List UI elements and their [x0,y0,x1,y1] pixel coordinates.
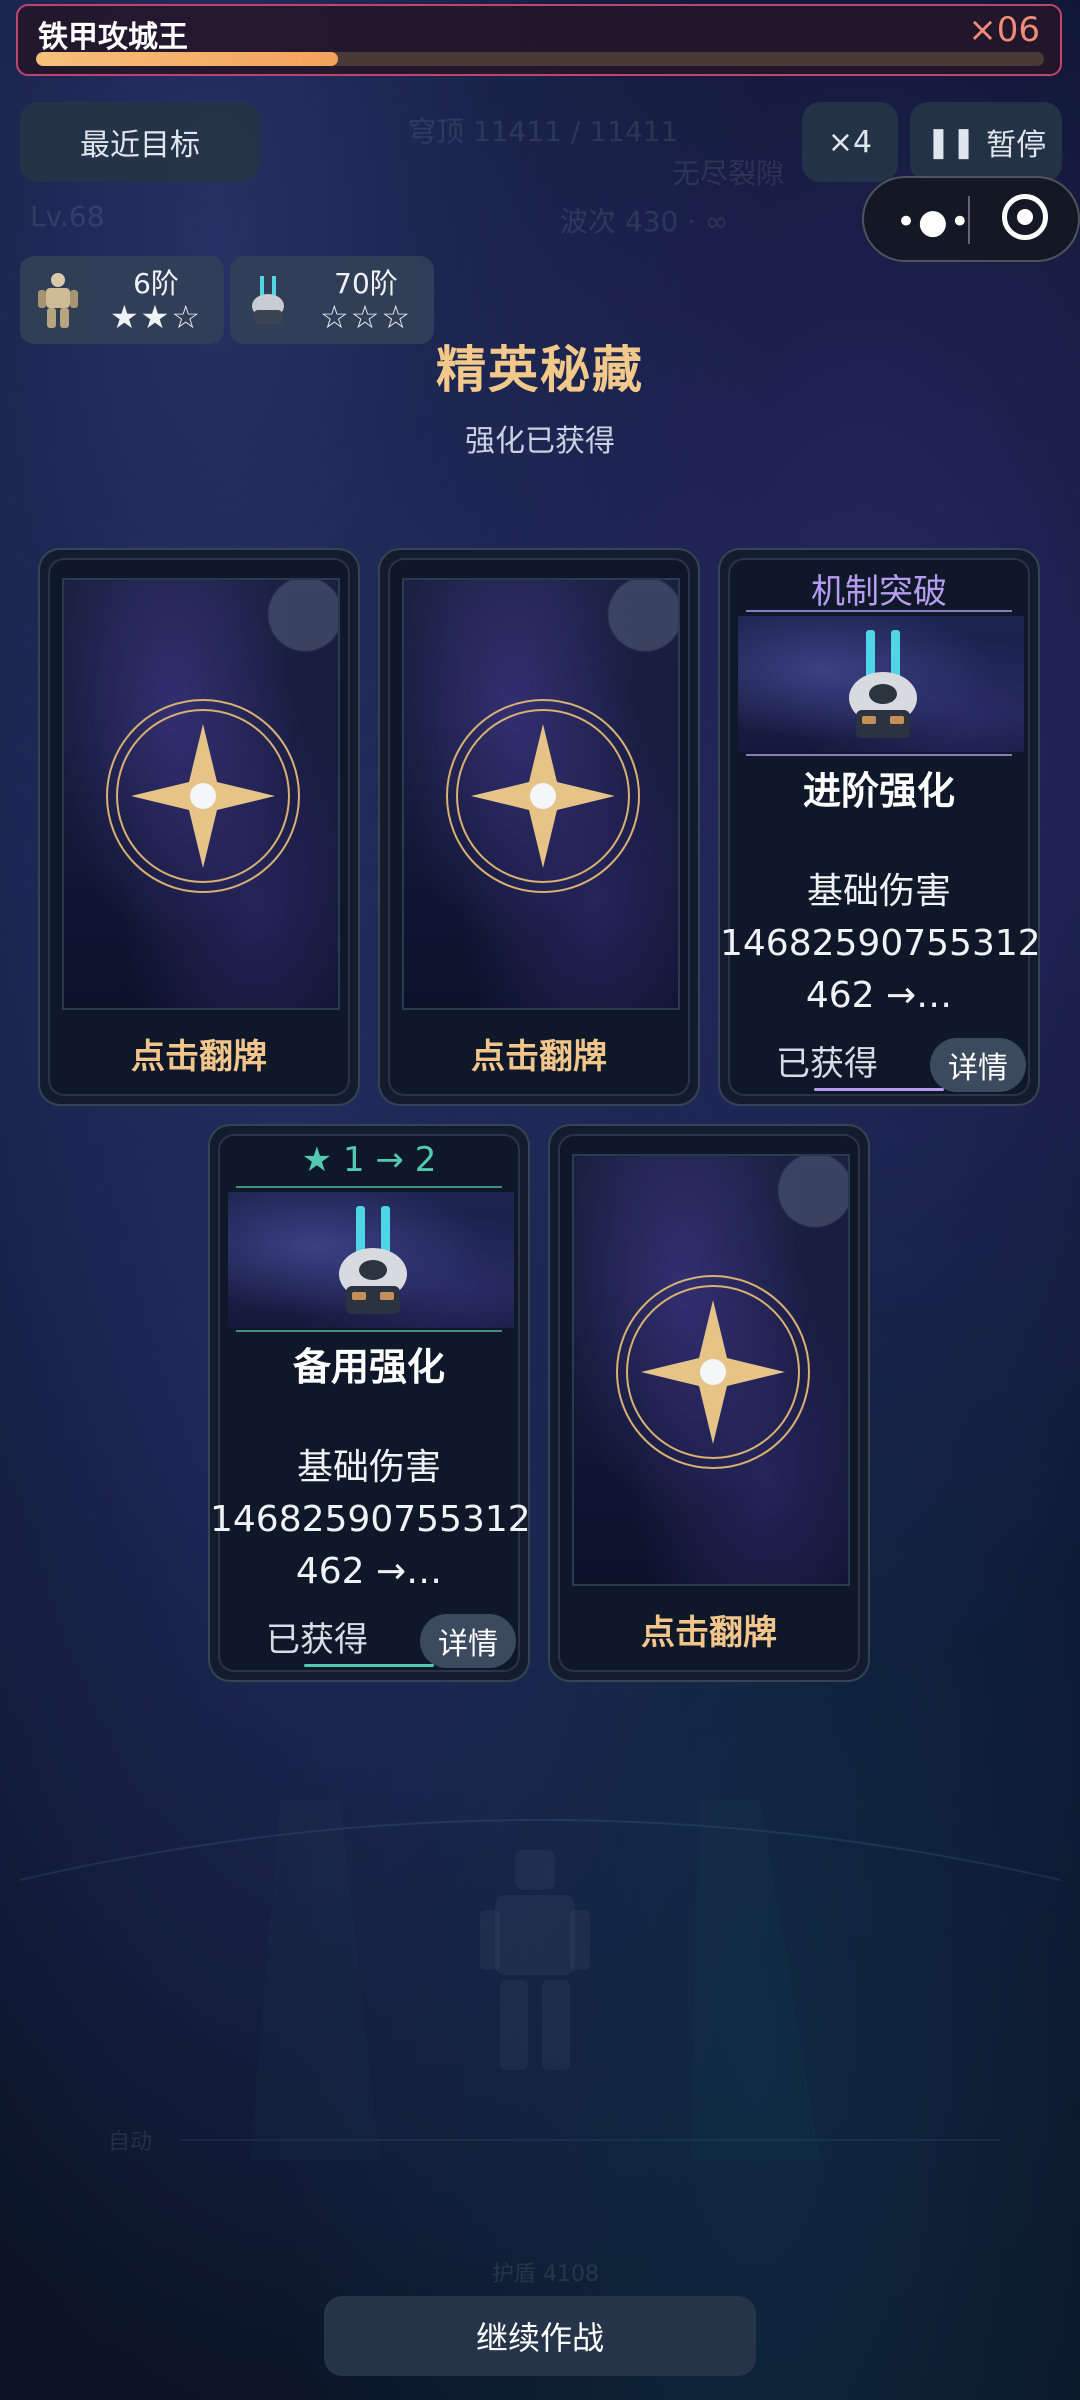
turret-icon [252,276,284,324]
obtained-underline [304,1664,434,1667]
card-description: 基础伤害 14682590755312 462 →… [720,866,1041,1022]
card-name: 备用强化 [292,1345,445,1389]
flip-card-label: 点击翻牌 [641,1613,777,1653]
boss-hp-fill [36,52,339,66]
card-desc-line-2: 14682590755312 [210,1499,531,1540]
reward-subtitle: 强化已获得 [465,424,615,459]
tier-label-mech: 6阶 [133,267,179,300]
turret-icon [849,630,917,738]
card-back-art [572,1154,850,1586]
more-icon[interactable]: •●• [896,202,972,242]
obtained-underline [814,1088,944,1091]
background-arena-lines [19,1800,1061,2160]
endless-mode-text: 无尽裂隙 [672,157,785,190]
card-facedown-1[interactable]: 点击翻牌 [38,548,360,1106]
card-art [228,1192,514,1328]
card-desc-line-1: 基础伤害 [296,1447,441,1488]
card-back-art [62,578,340,1010]
dome-hp-text: 穹顶 11411 / 11411 [408,115,679,148]
card-desc-line-1: 基础伤害 [806,871,951,912]
card-details-button[interactable]: 详情 [420,1614,516,1668]
boss-hp-bar [36,52,1044,66]
compass-star-icon [446,699,640,893]
reward-title: 精英秘藏 [436,341,644,399]
card-desc-line-2: 14682590755312 [720,923,1041,964]
miniprogram-capsule: •●• [862,176,1080,262]
card-revealed-advanced-upgrade: 机制突破 进阶强化 基础伤害 14682590755312 462 →… 已获得… [718,548,1041,1106]
card-divider [236,1186,502,1188]
card-divider [746,754,1012,756]
card-star-upgrade-label: ★ 1 → 2 [301,1140,437,1180]
shield-text: 护盾 4108 [492,2262,599,2287]
recent-target-button[interactable]: 最近目标 [20,102,260,182]
turret-icon [339,1206,407,1314]
card-details-button[interactable]: 详情 [930,1038,1026,1092]
pause-button[interactable]: ❚❚ 暂停 [910,102,1062,182]
close-target-icon[interactable] [1002,194,1048,240]
card-category-label: 机制突破 [811,572,947,612]
mech-warrior-icon [38,273,78,328]
speed-button[interactable]: ×4 [802,102,898,182]
obtained-label: 已获得 [776,1044,878,1084]
flip-card-label: 点击翻牌 [471,1037,607,1077]
boss-hp-panel: 铁甲攻城王 ×06 [16,4,1062,76]
card-back-art [402,578,680,1010]
level-text: Lv.68 [30,200,105,233]
card-divider [746,610,1012,612]
compass-star-icon [616,1275,810,1469]
card-desc-line-3: 462 →… [295,1551,443,1592]
pause-icon: ❚❚ [925,124,977,160]
pause-label: 暂停 [986,128,1047,163]
card-name: 进阶强化 [802,769,955,813]
capsule-divider [968,196,970,244]
card-facedown-2[interactable]: 点击翻牌 [378,548,700,1106]
card-revealed-backup-upgrade: ★ 1 → 2 备用强化 基础伤害 14682590755312 462 →… … [208,1124,531,1682]
flip-card-label: 点击翻牌 [131,1037,267,1077]
continue-battle-button[interactable]: 继续作战 [324,2296,756,2376]
card-description: 基础伤害 14682590755312 462 →… [210,1442,531,1598]
boss-name: 铁甲攻城王 [38,20,188,55]
boss-count: ×06 [968,10,1040,50]
obtained-label: 已获得 [266,1620,368,1660]
card-desc-line-3: 462 →… [805,975,953,1016]
wave-text: 波次 430 · ∞ [560,205,729,238]
compass-star-icon [106,699,300,893]
card-art [738,616,1024,752]
tier-label-turret: 70阶 [334,267,398,300]
card-facedown-3[interactable]: 点击翻牌 [548,1124,870,1682]
card-divider [236,1330,502,1332]
